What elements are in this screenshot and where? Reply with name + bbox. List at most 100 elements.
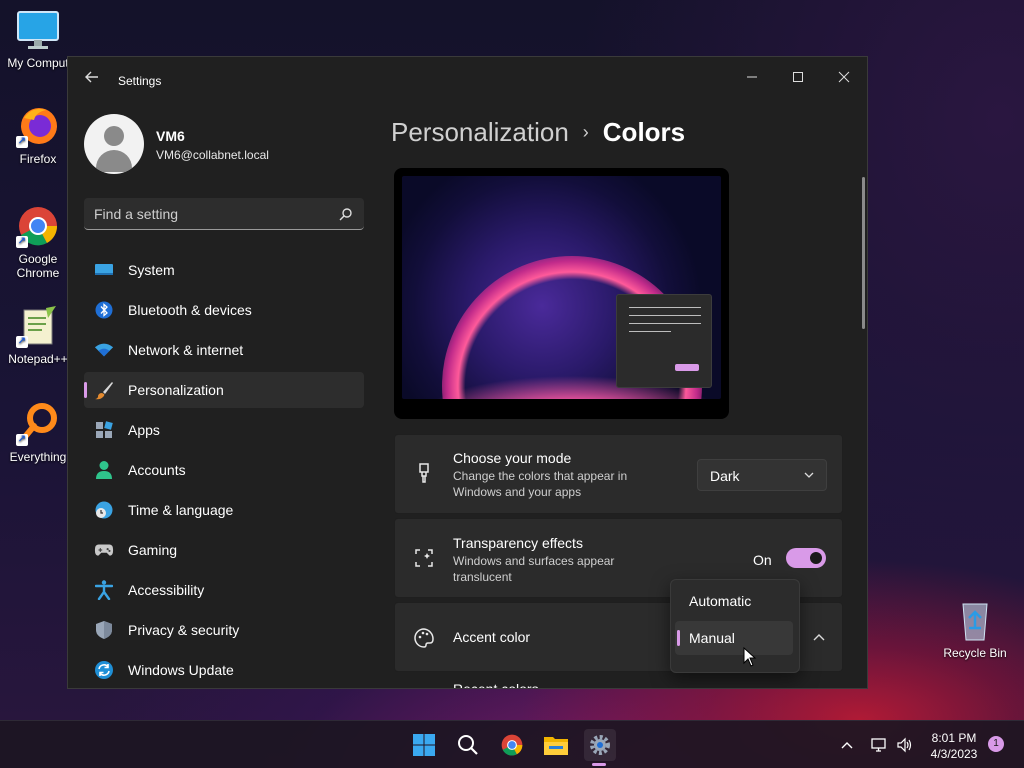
shield-icon [94,620,114,640]
taskbar: 8:01 PM 4/3/2023 [0,720,1024,768]
shortcut-arrow-icon: ↗ [16,236,28,248]
chevron-down-icon [804,472,814,478]
sidebar-item-label: Accessibility [128,582,205,598]
desktop-icon-label: Recycle Bin [943,646,1007,660]
desktop-icon-label: Firefox [19,152,57,166]
shortcut-arrow-icon: ↗ [16,336,28,348]
content-scrollbar[interactable] [862,177,865,329]
person-icon [94,460,114,480]
search-box[interactable] [84,198,364,230]
page-title: Colors [602,117,686,147]
desktop-icon-label: My Comput [7,56,69,70]
taskbar-search-button[interactable] [452,729,484,761]
dropdown-option-manual[interactable]: Manual [675,621,793,655]
chevron-up-icon [841,742,853,749]
volume-button[interactable] [892,729,918,761]
desktop-icon-label: Google Chrome [16,252,60,280]
apps-icon [94,420,114,440]
show-hidden-icons-button[interactable] [832,729,862,761]
sidebar-item-label: Bluetooth & devices [128,302,252,318]
theme-preview [394,168,729,419]
setting-title: Choose your mode [453,450,572,466]
taskbar-file-explorer-button[interactable] [540,729,572,761]
avatar [84,114,144,174]
chevron-up-icon[interactable] [807,629,831,645]
shortcut-arrow-icon: ↗ [16,434,28,446]
paint-brush-outline-icon [419,463,429,483]
sidebar-item-accessibility[interactable]: Accessibility [84,572,364,608]
toggle-knob [810,552,822,564]
gamepad-icon [94,540,114,560]
sidebar-item-apps[interactable]: Apps [84,412,364,448]
sidebar-item-accounts[interactable]: Accounts [84,452,364,488]
taskbar-chrome-button[interactable] [496,729,528,761]
desktop-icon-chrome[interactable]: ↗ Google Chrome [0,204,76,280]
sidebar-item-bluetooth[interactable]: Bluetooth & devices [84,292,364,328]
notification-badge[interactable]: 1 [988,736,1004,752]
search-icon [458,735,478,755]
wifi-icon [94,340,114,360]
transparency-toggle[interactable] [786,548,826,568]
notepad-plus-plus-icon: ↗ [16,304,60,348]
setting-title: Accent color [453,629,531,645]
desktop-icon-everything[interactable]: ↗ Everything [0,402,76,464]
setting-card-mode: Choose your mode Change the colors that … [394,434,843,514]
search-icon [339,208,352,221]
shortcut-arrow-icon: ↗ [16,136,28,148]
accent-color-dropdown: Automatic Manual [670,579,800,673]
setting-title: Transparency effects [453,535,583,551]
clock-globe-icon [94,500,114,520]
network-icon [871,738,886,752]
sidebar-item-label: System [128,262,175,278]
monitor-icon [16,8,60,52]
network-status-button[interactable] [866,729,892,761]
sidebar-item-system[interactable]: System [84,252,364,288]
search-input[interactable] [94,205,324,223]
window-title: Settings [118,74,162,88]
sidebar-item-label: Privacy & security [128,622,240,638]
paintbrush-icon [94,380,114,400]
desktop-icon-my-computer[interactable]: My Comput [0,8,76,70]
dropdown-option-automatic[interactable]: Automatic [675,584,793,618]
file-explorer-icon [544,737,568,755]
maximize-button[interactable] [775,63,821,93]
start-button[interactable] [408,729,440,761]
sidebar-item-label: Gaming [128,542,178,558]
back-button[interactable] [82,70,102,90]
sidebar-item-gaming[interactable]: Gaming [84,532,364,568]
sidebar-item-privacy-security[interactable]: Privacy & security [84,612,364,648]
system-icon [94,260,114,280]
sidebar-item-personalization[interactable]: Personalization [84,372,364,408]
desktop-icon-recycle-bin[interactable]: Recycle Bin [937,598,1013,660]
toggle-state-label: On [753,552,772,568]
chrome-icon [501,734,523,756]
setting-subtitle: Change the colors that appear in Windows… [453,469,628,499]
clock-time: 8:01 PM [931,731,977,745]
sidebar-item-windows-update[interactable]: Windows Update [84,652,364,688]
sidebar-item-label: Time & language [128,502,234,518]
minimize-icon [747,76,757,78]
taskbar-settings-button[interactable] [584,729,616,761]
sidebar-item-label: Windows Update [128,662,234,678]
settings-window: Settings VM6 VM6@collabnet.local System … [67,56,868,689]
speaker-icon [897,737,912,753]
desktop-icon-notepad-plus-plus[interactable]: ↗ Notepad++ [0,304,76,366]
sidebar-item-time-language[interactable]: Time & language [84,492,364,528]
preview-window [616,294,712,388]
close-button[interactable] [821,63,867,93]
minimize-button[interactable] [729,63,775,93]
title-bar: Settings [68,57,867,105]
recent-colors-label: Recent colors [453,681,539,689]
close-icon [838,71,850,83]
taskbar-clock[interactable]: 8:01 PM 4/3/2023 [920,730,988,762]
sidebar-item-network[interactable]: Network & internet [84,332,364,368]
breadcrumb-parent-link[interactable]: Personalization [391,117,569,147]
sidebar-item-label: Network & internet [128,342,244,358]
desktop-icon-firefox[interactable]: ↗ Firefox [0,104,76,166]
mode-select-value: Dark [710,468,740,484]
mode-select[interactable]: Dark [697,459,827,491]
clock-date: 4/3/2023 [930,747,978,761]
desktop-icon-label: Notepad++ [8,352,68,366]
sidebar-item-label: Accounts [128,462,186,478]
settings-gear-icon [590,735,610,755]
